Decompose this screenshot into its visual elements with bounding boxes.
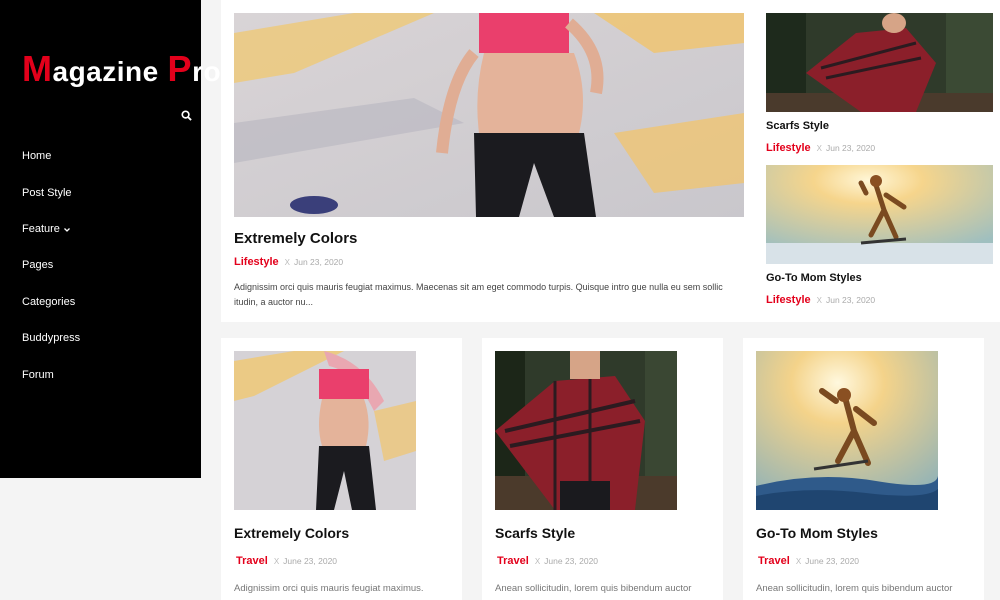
side-post-meta: Lifestyle X Jun 23, 2020 xyxy=(766,142,875,154)
sidebar-item-post-style[interactable]: Post Style xyxy=(22,174,80,210)
category-link[interactable]: Lifestyle xyxy=(766,142,811,154)
post-date: Jun 23, 2020 xyxy=(825,295,876,305)
post-date: June 23, 2020 xyxy=(544,556,599,566)
sidebar-item-label: Post Style xyxy=(22,186,72,199)
side-post-title[interactable]: Go-To Mom Styles xyxy=(766,272,862,284)
side-post-title[interactable]: Scarfs Style xyxy=(766,120,829,132)
sidebar-item-forum[interactable]: Forum xyxy=(22,356,80,392)
sidebar-nav: Home Post Style Feature Pages Categories… xyxy=(22,138,80,393)
sidebar-item-label: Buddypress xyxy=(22,332,81,345)
post-card-image[interactable] xyxy=(495,351,677,510)
featured-main-image[interactable] xyxy=(234,13,744,217)
post-date: June 23, 2020 xyxy=(283,556,338,566)
post-date: June 23, 2020 xyxy=(805,556,860,566)
post-card-title[interactable]: Go-To Mom Styles xyxy=(756,525,878,541)
logo-initial-p: P xyxy=(167,48,193,89)
post-date: Jun 23, 2020 xyxy=(293,257,344,267)
sidebar-item-label: Forum xyxy=(22,368,54,381)
meta-separator: X xyxy=(284,257,290,267)
sidebar-item-buddypress[interactable]: Buddypress xyxy=(22,320,80,356)
featured-main-meta: Lifestyle X Jun 23, 2020 xyxy=(234,256,343,268)
side-post-image[interactable] xyxy=(766,13,993,112)
post-card-excerpt: Anean sollicitudin, lorem quis bibendum … xyxy=(756,583,953,594)
featured-main-title[interactable]: Extremely Colors xyxy=(234,230,357,247)
meta-separator: X xyxy=(816,143,822,153)
side-post-image[interactable] xyxy=(766,165,993,264)
sidebar-item-pages[interactable]: Pages xyxy=(22,247,80,283)
category-link[interactable]: Travel xyxy=(758,555,790,567)
search-icon[interactable] xyxy=(181,108,195,122)
post-card-title[interactable]: Extremely Colors xyxy=(234,525,349,541)
post-card-excerpt: Anean sollicitudin, lorem quis bibendum … xyxy=(495,583,692,594)
category-link[interactable]: Travel xyxy=(236,555,268,567)
meta-separator: X xyxy=(534,556,541,566)
meta-separator: X xyxy=(273,556,280,566)
meta-separator: X xyxy=(795,556,802,566)
sidebar-item-label: Pages xyxy=(22,259,54,272)
chevron-down-icon xyxy=(63,225,71,233)
post-card-meta: Travel X June 23, 2020 xyxy=(497,555,598,567)
sidebar-item-label: Home xyxy=(22,150,52,163)
post-card-excerpt: Adignissim orci quis mauris feugiat maxi… xyxy=(234,583,424,594)
category-link[interactable]: Travel xyxy=(497,555,529,567)
meta-separator: X xyxy=(816,295,822,305)
featured-main-excerpt: Adignissim orci quis mauris feugiat maxi… xyxy=(234,282,723,307)
logo-word-ro: ro xyxy=(192,56,222,87)
sidebar-item-label: Feature xyxy=(22,222,60,235)
sidebar-item-label: Categories xyxy=(22,295,76,308)
post-card-image[interactable] xyxy=(756,351,938,510)
site-logo[interactable]: Magazine Pro xyxy=(22,48,221,90)
post-card-meta: Travel X June 23, 2020 xyxy=(236,555,337,567)
category-link[interactable]: Lifestyle xyxy=(234,256,279,268)
category-link[interactable]: Lifestyle xyxy=(766,294,811,306)
logo-initial-m: M xyxy=(22,48,53,89)
logo-word-agazine: agazine xyxy=(52,56,159,87)
post-card-meta: Travel X June 23, 2020 xyxy=(758,555,859,567)
post-card-title[interactable]: Scarfs Style xyxy=(495,525,575,541)
post-card-image[interactable] xyxy=(234,351,416,510)
post-date: Jun 23, 2020 xyxy=(825,143,876,153)
side-post-meta: Lifestyle X Jun 23, 2020 xyxy=(766,294,875,306)
sidebar-item-feature[interactable]: Feature xyxy=(22,211,80,247)
sidebar-item-home[interactable]: Home xyxy=(22,138,80,174)
sidebar: Magazine Pro Home Post Style Feature Pag… xyxy=(0,0,221,478)
sidebar-item-categories[interactable]: Categories xyxy=(22,284,80,320)
